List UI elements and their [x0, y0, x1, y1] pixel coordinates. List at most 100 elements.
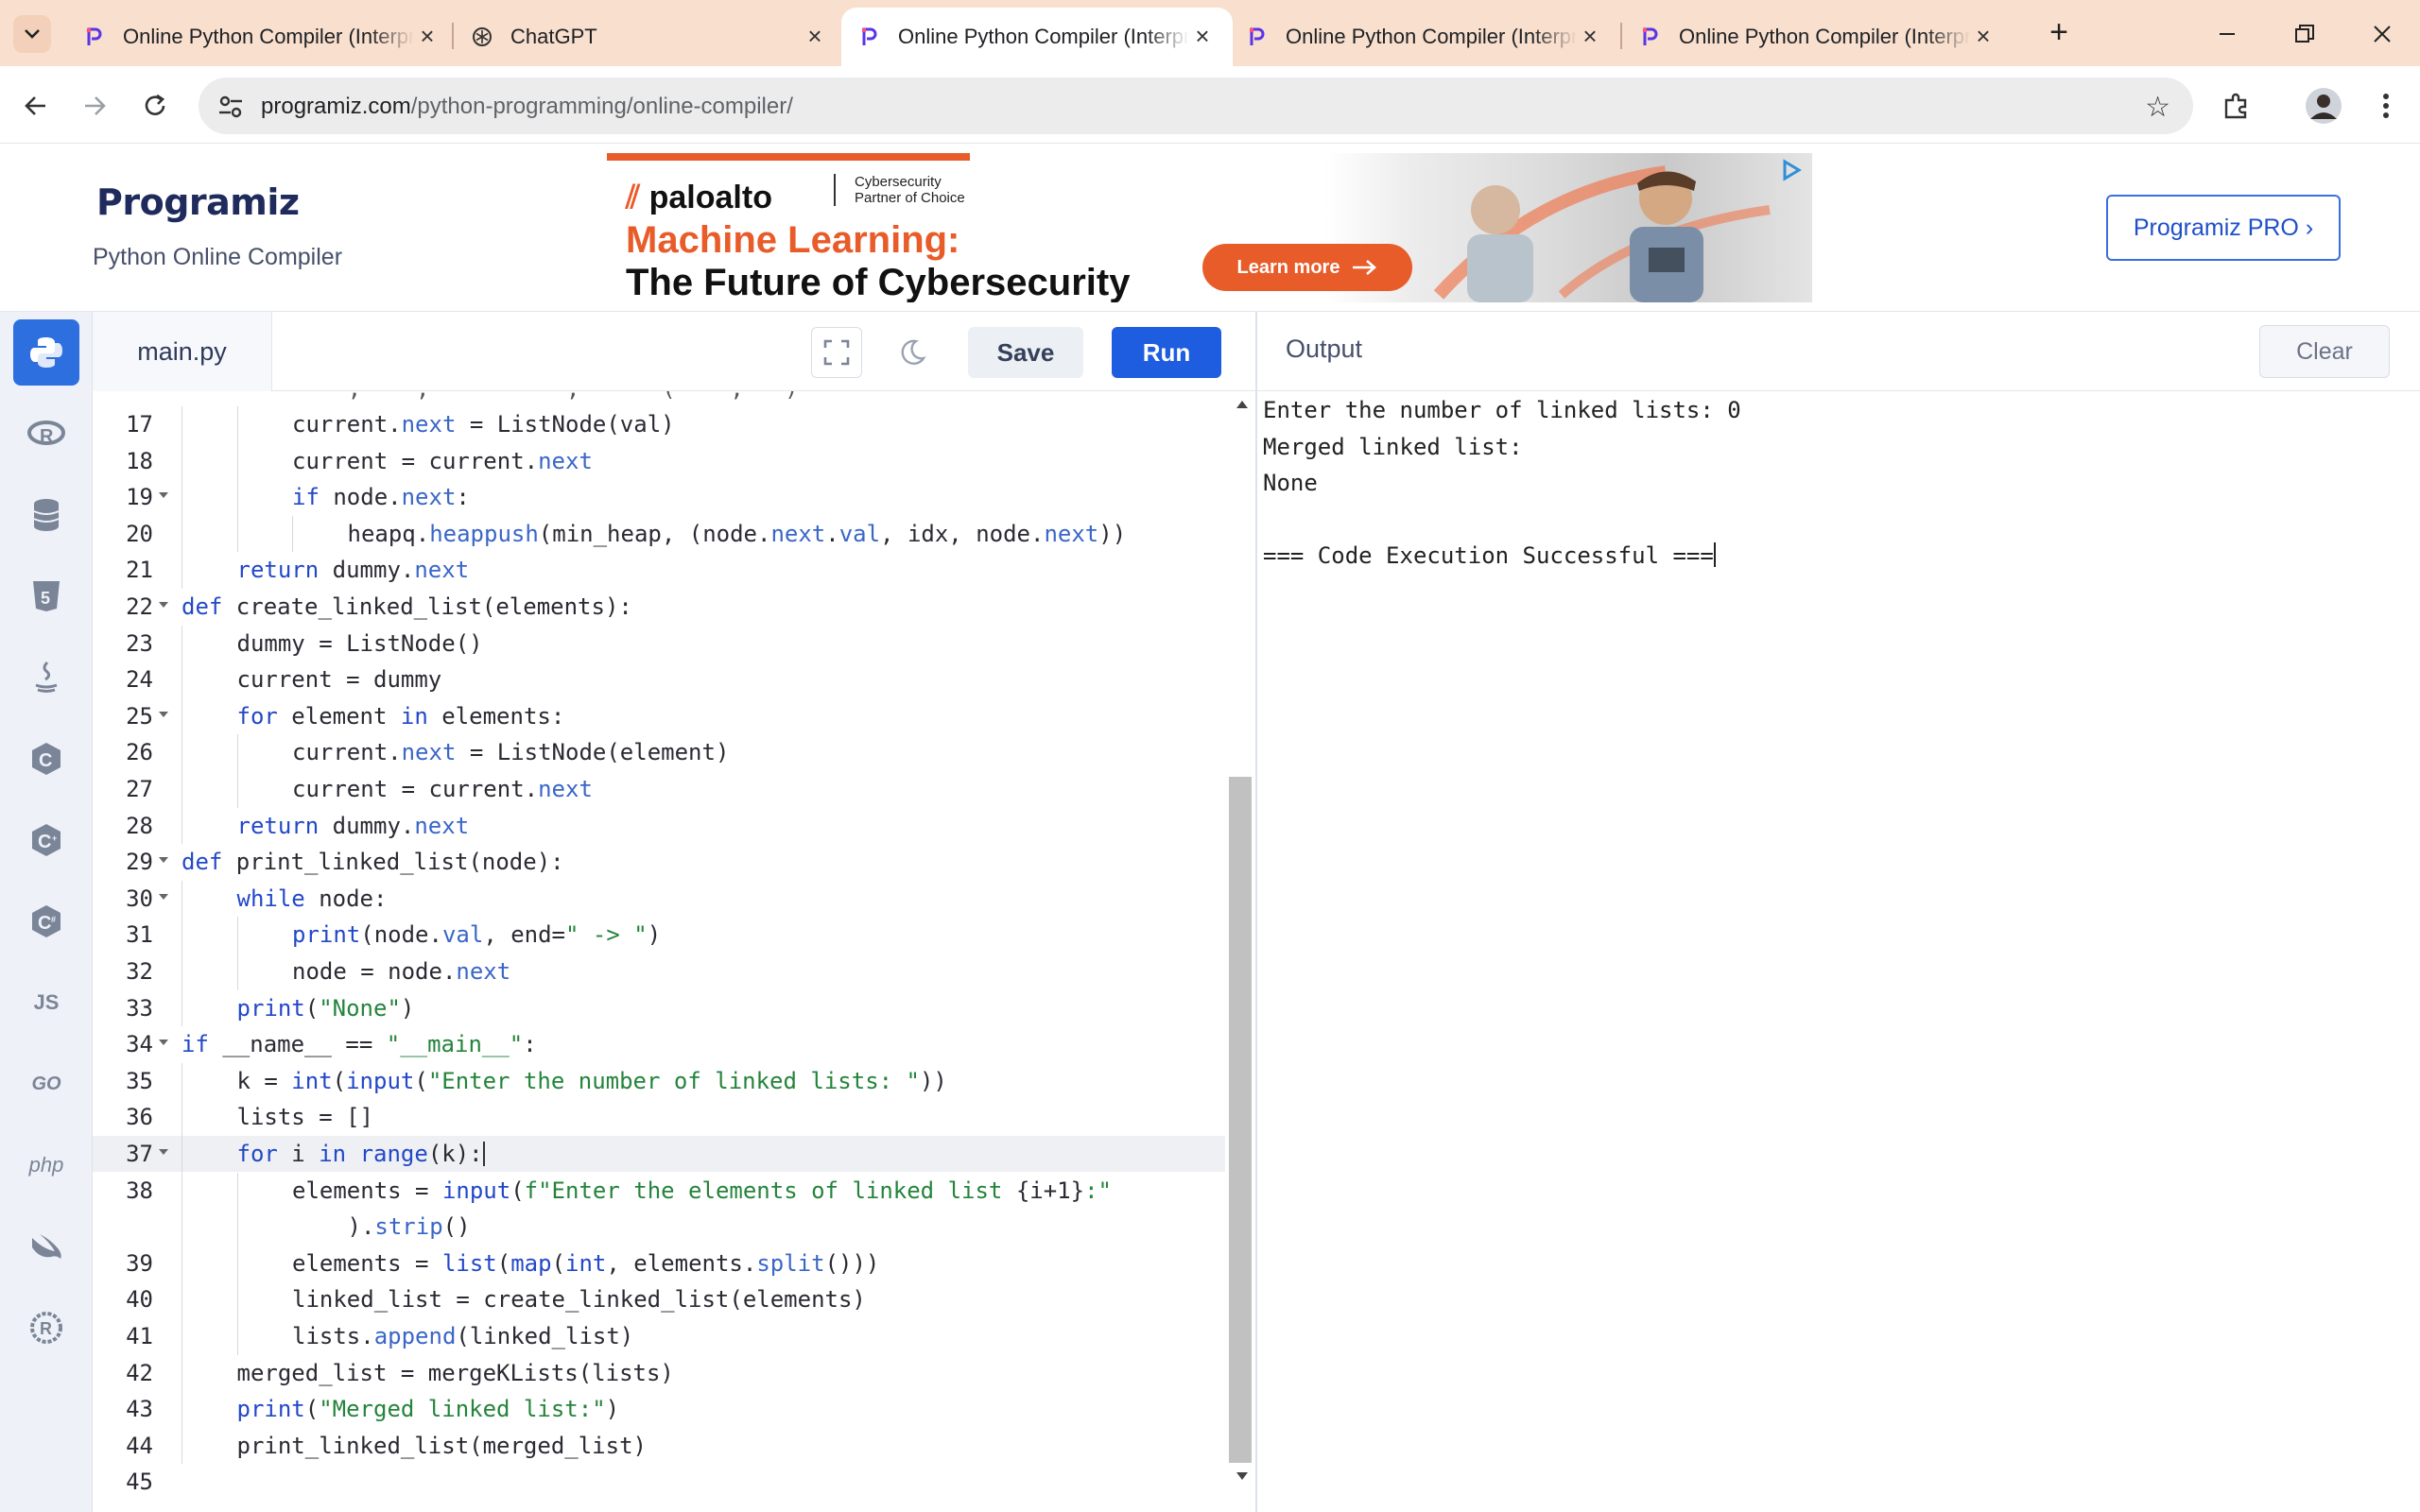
reload-button[interactable] — [134, 85, 176, 127]
code-line[interactable]: 28 return dummy.next — [93, 807, 1225, 845]
ad-headline-2: The Future of Cybersecurity — [626, 262, 1131, 302]
save-button[interactable]: Save — [968, 327, 1083, 378]
sidebar-item-php[interactable]: php — [13, 1132, 79, 1198]
url-text[interactable]: programiz.com/python-programming/online-… — [261, 94, 793, 120]
code-line[interactable]: 34 if __name__ == "__main__": — [93, 1026, 1225, 1062]
line-number: 26 — [126, 739, 153, 766]
programiz-pro-button[interactable]: Programiz PRO › — [2106, 195, 2341, 261]
code-line[interactable]: 24 current = dummy — [93, 662, 1225, 698]
scroll-down-arrow-icon[interactable] — [1236, 1472, 1248, 1480]
code-line[interactable]: 32 node = node.next — [93, 954, 1225, 990]
line-number: 17 — [126, 411, 153, 438]
code-line[interactable]: 25 for element in elements: — [93, 697, 1225, 735]
ad-learn-more-button[interactable]: Learn more — [1202, 244, 1412, 291]
fold-arrow-icon[interactable] — [159, 492, 168, 499]
code-line[interactable]: 23 dummy = ListNode() — [93, 625, 1225, 662]
code-line[interactable]: 27 current = current.next — [93, 771, 1225, 808]
fold-arrow-icon[interactable] — [159, 893, 168, 900]
file-tab-main-py[interactable]: main.py — [93, 312, 272, 391]
sidebar-item-python[interactable] — [13, 319, 79, 386]
code-line[interactable]: 31 print(node.val, end=" -> ") — [93, 917, 1225, 954]
code-line[interactable]: 39 elements = list(map(int, elements.spli… — [93, 1245, 1225, 1282]
code-line[interactable]: 26 current.next = ListNode(element) — [93, 734, 1225, 771]
dark-mode-toggle[interactable] — [887, 327, 938, 378]
sidebar-item-r[interactable]: R — [13, 401, 79, 467]
site-info-icon[interactable] — [216, 92, 246, 122]
code-line[interactable]: 43 print("Merged linked list:") — [93, 1391, 1225, 1428]
tab-close-icon[interactable]: × — [1970, 24, 1996, 50]
output-console[interactable]: Enter the number of linked lists: 0 Merge… — [1263, 391, 2397, 574]
fullscreen-button[interactable] — [811, 327, 862, 378]
code-line[interactable]: 37 for i in range(k): — [93, 1136, 1225, 1173]
clear-button[interactable]: Clear — [2259, 325, 2390, 378]
scrollbar-thumb[interactable] — [1229, 777, 1252, 1463]
address-bar[interactable]: programiz.com/python-programming/online-… — [199, 77, 2193, 134]
fold-arrow-icon[interactable] — [159, 1040, 168, 1046]
browser-menu-button[interactable] — [2365, 85, 2407, 127]
code-line[interactable]: 33 print("None") — [93, 989, 1225, 1027]
code-editor[interactable]: , , , ( , ) 17current.next = ListNode(va… — [93, 391, 1225, 1512]
code-line[interactable]: 20 heapq.heappush(min_heap, (node.next.va… — [93, 515, 1225, 553]
code-line[interactable]: 36 lists = [] — [93, 1099, 1225, 1136]
run-button[interactable]: Run — [1112, 327, 1221, 378]
fold-arrow-icon[interactable] — [159, 711, 168, 717]
extensions-button[interactable] — [2216, 85, 2257, 127]
fold-arrow-icon[interactable] — [159, 857, 168, 864]
forward-button[interactable] — [74, 85, 115, 127]
restore-button[interactable] — [2284, 13, 2325, 55]
tab-close-icon[interactable]: × — [1189, 24, 1216, 50]
tab-search-button[interactable] — [13, 15, 51, 53]
browser-tab[interactable]: Online Python Compiler (Interpreter)× — [1622, 8, 2014, 66]
code-line[interactable]: 38 elements = input(f"Enter the elements … — [93, 1172, 1225, 1210]
code-line[interactable]: 30 while node: — [93, 880, 1225, 918]
code-line[interactable]: 29 def print_linked_list(node): — [93, 844, 1225, 880]
browser-tab[interactable]: Online Python Compiler (Interpreter)× — [66, 8, 458, 66]
code-line[interactable]: 21 return dummy.next — [93, 552, 1225, 589]
code-line[interactable]: 41 lists.append(linked_list) — [93, 1318, 1225, 1355]
code-line[interactable]: 35 k = int(input("Enter the number of lin… — [93, 1062, 1225, 1100]
editor-toolbar: main.py Save Run — [93, 312, 1255, 391]
sidebar-item-sql[interactable] — [13, 482, 79, 548]
sidebar-item-go[interactable]: GO — [13, 1051, 79, 1117]
code-line[interactable]: 22 def create_linked_list(elements): — [93, 589, 1225, 625]
browser-tab[interactable]: ChatGPT × — [454, 8, 845, 66]
code-line[interactable]: 44 print_linked_list(merged_list) — [93, 1427, 1225, 1465]
editor-scrollbar[interactable] — [1227, 391, 1255, 1512]
fold-arrow-icon[interactable] — [159, 1149, 168, 1155]
pane-divider[interactable] — [1255, 312, 1257, 1512]
code-line[interactable]: 42 merged_list = mergeKLists(lists) — [93, 1354, 1225, 1392]
tab-close-icon[interactable]: × — [414, 24, 441, 50]
tab-favicon — [83, 26, 106, 48]
sidebar-item-c[interactable]: C — [13, 726, 79, 792]
browser-tab[interactable]: Online Python Compiler (Interpreter)× — [841, 8, 1233, 66]
programiz-logo[interactable]: Programiz — [96, 181, 300, 223]
sidebar-item-rust[interactable]: R — [13, 1295, 79, 1361]
code-line[interactable]: 18 current = current.next — [93, 442, 1225, 480]
tab-close-icon[interactable]: × — [802, 24, 828, 50]
scroll-up-arrow-icon[interactable] — [1236, 401, 1248, 408]
profile-avatar[interactable] — [2303, 85, 2344, 127]
browser-tab[interactable]: Online Python Compiler (Interpreter)× — [1229, 8, 1620, 66]
close-window-button[interactable] — [2361, 13, 2403, 55]
back-button[interactable] — [15, 85, 57, 127]
tab-close-icon[interactable]: × — [1577, 24, 1603, 50]
sidebar-item-js[interactable]: JS — [13, 970, 79, 1036]
sidebar-item-cpp[interactable]: C + — [13, 807, 79, 873]
code-line[interactable]: 17 current.next = ListNode(val) — [93, 406, 1225, 443]
code-line[interactable]: 45 — [93, 1464, 1225, 1500]
fold-arrow-icon[interactable] — [159, 602, 168, 608]
minimize-button[interactable] — [2206, 13, 2248, 55]
browser-toolbar: programiz.com/python-programming/online-… — [0, 66, 2420, 144]
sidebar-item-swift[interactable] — [13, 1213, 79, 1280]
code-line[interactable]: 40 linked_list = create_linked_list(eleme… — [93, 1281, 1225, 1318]
advertisement-banner[interactable]: ⫽ paloalto Cybersecurity Partner of Choi… — [607, 153, 1812, 302]
bookmark-star-icon[interactable]: ☆ — [2145, 91, 2170, 124]
new-tab-button[interactable]: + — [2042, 16, 2076, 51]
code-line[interactable]: ).strip() — [93, 1209, 1225, 1246]
close-icon — [2374, 26, 2391, 43]
code-line[interactable]: 19 if node.next: — [93, 479, 1225, 516]
sidebar-item-java[interactable] — [13, 644, 79, 711]
adchoices-icon[interactable] — [1780, 159, 1803, 181]
sidebar-item-csharp[interactable]: C # — [13, 888, 79, 954]
sidebar-item-html[interactable]: 5 — [13, 563, 79, 629]
